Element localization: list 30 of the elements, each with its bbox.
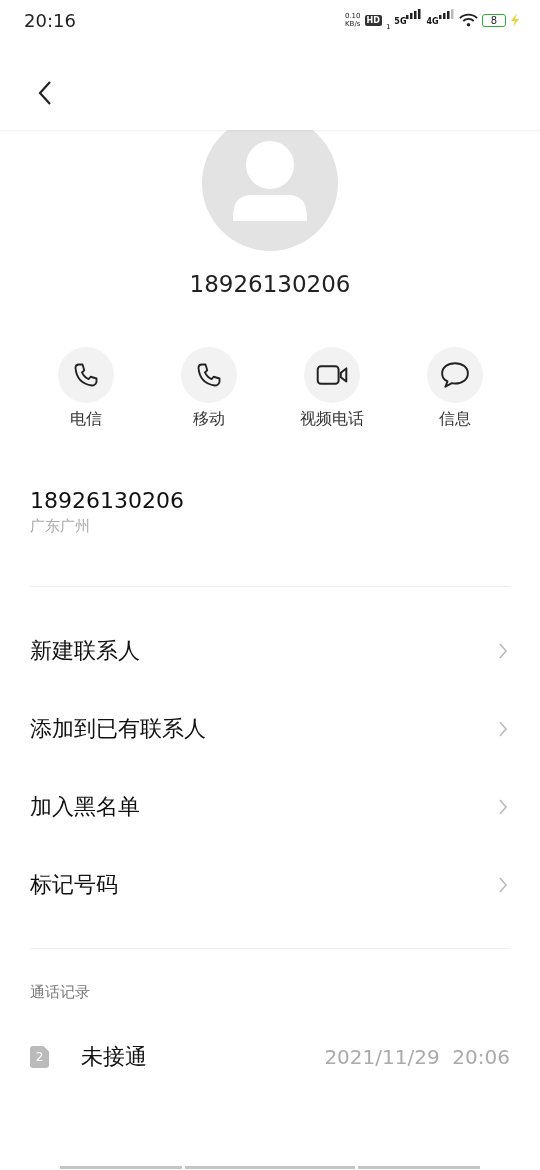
phone-number: 18926130206 xyxy=(30,488,185,513)
signal-icon xyxy=(438,9,455,19)
action-button[interactable]: 移动 xyxy=(158,347,259,430)
chevron-right-icon xyxy=(498,642,508,660)
wifi-icon xyxy=(458,13,478,27)
signal-icon xyxy=(406,9,423,19)
location-text: 广东广州 xyxy=(30,517,91,536)
call-time: 2021/11/29 20:06 xyxy=(324,1045,510,1069)
hd-badge: HD xyxy=(364,14,382,26)
chevron-right-icon xyxy=(498,798,508,816)
chevron-right-icon xyxy=(498,720,508,738)
action-button[interactable]: 视频电话 xyxy=(281,347,382,430)
charging-icon xyxy=(510,13,520,27)
sim-card-icon: 2 xyxy=(30,1046,49,1068)
phone-number: 18926130206 xyxy=(188,271,352,297)
call-status: 未接通 xyxy=(81,1043,147,1071)
menu-item[interactable]: 新建联系人 xyxy=(0,612,540,690)
menu-item[interactable]: 添加到已有联系人 xyxy=(0,690,540,768)
chat-bubble-icon xyxy=(439,361,470,389)
network-type: 4G xyxy=(426,17,439,26)
status-time: 20:16 xyxy=(24,9,76,31)
video-camera-icon xyxy=(315,364,348,386)
action-button[interactable]: 信息 xyxy=(404,347,505,430)
battery-icon: 8 xyxy=(481,13,506,27)
chevron-right-icon xyxy=(498,876,508,894)
menu-item[interactable]: 标记号码 xyxy=(0,846,540,924)
section-title: 通话记录 xyxy=(29,982,91,1002)
network-type: 5G xyxy=(394,17,407,26)
action-button[interactable]: 电信 xyxy=(35,347,136,430)
menu-item[interactable]: 加入黑名单 xyxy=(0,768,540,846)
